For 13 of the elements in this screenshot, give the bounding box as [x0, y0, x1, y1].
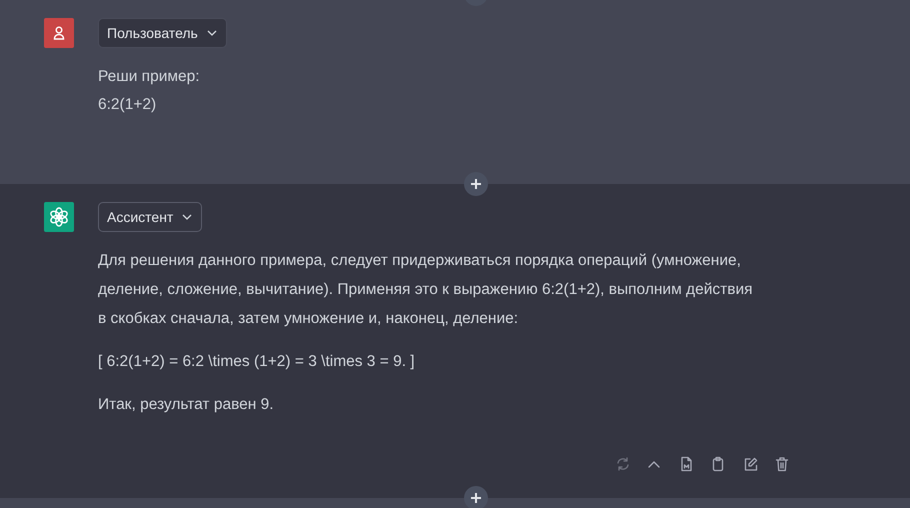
plus-icon: [470, 178, 482, 190]
message-text: Реши пример: 6:2(1+2): [98, 67, 200, 115]
plus-icon: [470, 492, 482, 504]
message-text: Итак, результат равен 9.: [98, 395, 274, 415]
message-text: Для решения данного примера, следует придерживаться порядка операций (умножение, деление, сложение, вычитание). Применяя это к выражению 6:2(1+2), выполним действия в скобках сначала, затем умножение и, наконец, деление:: [98, 251, 753, 329]
role-dropdown[interactable]: Пользователь: [98, 18, 227, 48]
assistant-logo-icon: [44, 202, 74, 232]
clipboard-icon[interactable]: [710, 456, 726, 472]
edit-icon[interactable]: [742, 456, 758, 472]
user-avatar-icon: [44, 18, 74, 48]
trash-icon[interactable]: [774, 456, 790, 472]
role-dropdown[interactable]: Ассистент: [98, 202, 202, 232]
message-text: [ 6:2(1+2) = 6:2 \times (1+2) = 3 \times 3 = 9. ]: [98, 352, 415, 372]
